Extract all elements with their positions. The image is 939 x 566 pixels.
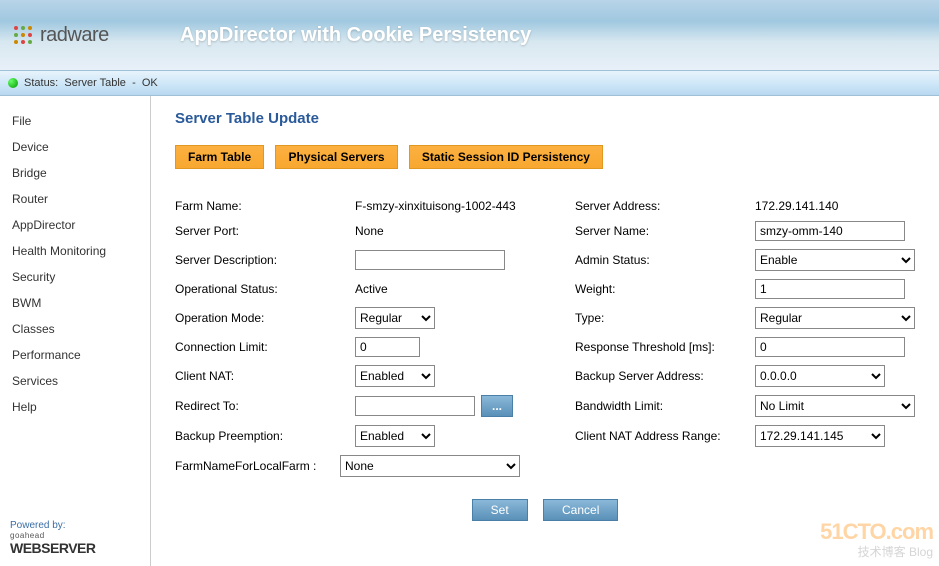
tabs: Farm Table Physical Servers Static Sessi… — [175, 145, 915, 169]
connection-limit-label: Connection Limit: — [175, 340, 335, 354]
watermark: 51CTO.com 技术博客 Blog — [820, 519, 933, 560]
status-sep: - — [132, 77, 136, 89]
backup-preemption-select[interactable]: Enabled — [355, 425, 435, 447]
server-port-label: Server Port: — [175, 224, 335, 238]
farm-local-select[interactable]: None — [340, 455, 520, 477]
server-port-value: None — [355, 224, 555, 238]
sidebar-item-performance[interactable]: Performance — [10, 342, 140, 368]
server-address-value: 172.29.141.140 — [755, 199, 915, 213]
watermark-line2: 技术博客 Blog — [820, 543, 933, 560]
operation-mode-select[interactable]: Regular — [355, 307, 435, 329]
header: radware AppDirector with Cookie Persiste… — [0, 0, 939, 70]
status-ok-icon — [8, 78, 18, 88]
admin-status-select[interactable]: Enable — [755, 249, 915, 271]
weight-input[interactable] — [755, 279, 905, 299]
webserver-text: WEBSERVER — [10, 540, 95, 556]
farm-name-label: Farm Name: — [175, 199, 335, 213]
status-label: Status: — [24, 77, 58, 89]
type-label: Type: — [575, 311, 735, 325]
client-nat-label: Client NAT: — [175, 369, 335, 383]
tab-farm-table[interactable]: Farm Table — [175, 145, 264, 169]
server-address-label: Server Address: — [575, 199, 735, 213]
sidebar-item-services[interactable]: Services — [10, 368, 140, 394]
backup-server-address-select[interactable]: 0.0.0.0 — [755, 365, 885, 387]
backup-server-address-label: Backup Server Address: — [575, 369, 735, 383]
admin-status-label: Admin Status: — [575, 253, 735, 267]
main-content: Server Table Update Farm Table Physical … — [151, 96, 939, 566]
powered-by-label: Powered by: — [10, 520, 95, 531]
goahead-text: goahead — [10, 531, 95, 540]
sidebar-item-bwm[interactable]: BWM — [10, 290, 140, 316]
connection-limit-input[interactable] — [355, 337, 420, 357]
sidebar-item-bridge[interactable]: Bridge — [10, 160, 140, 186]
server-name-label: Server Name: — [575, 224, 735, 238]
client-nat-range-label: Client NAT Address Range: — [575, 429, 735, 443]
bandwidth-limit-label: Bandwidth Limit: — [575, 399, 735, 413]
tab-static-session-id[interactable]: Static Session ID Persistency — [409, 145, 603, 169]
sidebar-item-help[interactable]: Help — [10, 394, 140, 420]
redirect-to-input[interactable] — [355, 396, 475, 416]
sidebar-item-classes[interactable]: Classes — [10, 316, 140, 342]
page-title: Server Table Update — [175, 110, 915, 127]
weight-label: Weight: — [575, 282, 735, 296]
type-select[interactable]: Regular — [755, 307, 915, 329]
farm-name-value: F-smzy-xinxituisong-1002-443 — [355, 199, 555, 213]
farm-local-label: FarmNameForLocalFarm : — [175, 459, 330, 473]
logo-dots-icon — [12, 24, 34, 46]
sidebar-item-health-monitoring[interactable]: Health Monitoring — [10, 238, 140, 264]
operational-status-value: Active — [355, 282, 555, 296]
redirect-to-label: Redirect To: — [175, 399, 335, 413]
sidebar-item-device[interactable]: Device — [10, 134, 140, 160]
sidebar-item-router[interactable]: Router — [10, 186, 140, 212]
status-context: Server Table — [64, 77, 126, 89]
set-button[interactable]: Set — [472, 499, 528, 521]
form: Farm Name: F-smzy-xinxituisong-1002-443 … — [175, 199, 915, 477]
status-value: OK — [142, 77, 158, 89]
sidebar-item-security[interactable]: Security — [10, 264, 140, 290]
client-nat-select[interactable]: Enabled — [355, 365, 435, 387]
action-buttons: Set Cancel — [175, 499, 915, 521]
operational-status-label: Operational Status: — [175, 282, 335, 296]
status-bar: Status: Server Table - OK — [0, 70, 939, 96]
sidebar-item-appdirector[interactable]: AppDirector — [10, 212, 140, 238]
bandwidth-limit-select[interactable]: No Limit — [755, 395, 915, 417]
operation-mode-label: Operation Mode: — [175, 311, 335, 325]
redirect-browse-button[interactable]: ... — [481, 395, 513, 417]
response-threshold-input[interactable] — [755, 337, 905, 357]
backup-preemption-label: Backup Preemption: — [175, 429, 335, 443]
tab-physical-servers[interactable]: Physical Servers — [275, 145, 397, 169]
server-description-input[interactable] — [355, 250, 505, 270]
client-nat-range-select[interactable]: 172.29.141.145 — [755, 425, 885, 447]
watermark-line1: 51CTO.com — [820, 519, 933, 545]
server-description-label: Server Description: — [175, 253, 335, 267]
sidebar-item-file[interactable]: File — [10, 108, 140, 134]
cancel-button[interactable]: Cancel — [543, 499, 618, 521]
server-name-input[interactable] — [755, 221, 905, 241]
powered-by: Powered by: goahead WEBSERVER — [10, 520, 95, 556]
response-threshold-label: Response Threshold [ms]: — [575, 340, 735, 354]
logo: radware — [12, 24, 160, 47]
header-title: AppDirector with Cookie Persistency — [180, 24, 531, 47]
brand-text: radware — [40, 24, 109, 47]
sidebar: File Device Bridge Router AppDirector He… — [0, 96, 151, 566]
